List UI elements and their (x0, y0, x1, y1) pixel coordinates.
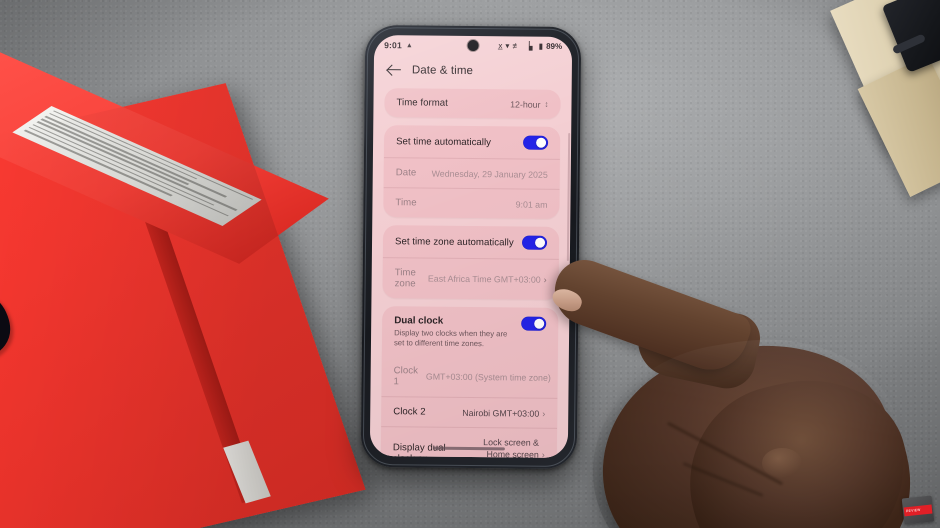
row-label: Display dual clock on (392, 442, 446, 458)
status-spacer (413, 45, 498, 46)
dual-clock-text: Dual clock Display two clocks when they … (394, 315, 513, 350)
row-dual-clock[interactable]: Dual clock Display two clocks when they … (382, 306, 559, 358)
cloud-icon: ▲ (405, 41, 413, 49)
card-set-time-automatically: Set time automatically Date Wednesday, 2… (383, 125, 561, 219)
toggle-set-time-zone-automatically[interactable] (521, 235, 548, 250)
row-label: Time format (396, 97, 448, 109)
toggle-set-time-automatically[interactable] (523, 135, 549, 150)
row-time-format[interactable]: Time format 12-hour ↕ (384, 88, 560, 119)
status-icon-group: x̲ ▾ ≢ ▕▖ ▮ 89% (498, 41, 563, 51)
row-value: Wednesday, 29 January 2025 (431, 168, 548, 180)
row-date: Date Wednesday, 29 January 2025 (383, 157, 560, 189)
row-label: Time (395, 197, 417, 209)
knuckle-highlight (762, 448, 802, 478)
row-value: East Africa Time GMT+03:00 (427, 273, 541, 285)
row-value: GMT+03:00 (System time zone) (425, 371, 551, 384)
row-label: Clock 2 (393, 406, 426, 418)
red-product-box: 13 (0, 48, 390, 528)
row-label: Date (395, 167, 417, 179)
row-trailing: East Africa Time GMT+03:00 › (428, 274, 547, 285)
back-arrow-icon[interactable] (387, 62, 402, 77)
toggle-knob (534, 237, 546, 248)
row-trailing: 12-hour ↕ (510, 99, 548, 109)
front-camera-punch-hole (467, 39, 479, 52)
photo-scene: 13 9:01 ▲ x̲ ▾ ≢ ▕▖ ▮ 89% (0, 0, 940, 528)
row-set-time-zone-automatically[interactable]: Set time zone automatically (383, 225, 559, 259)
signal-bars-icon: ▕▖ (523, 41, 536, 51)
row-display-dual-clock-on[interactable]: Display dual clock on Lock screen & Home… (380, 426, 558, 459)
toggle-knob (535, 137, 547, 148)
battery-icon: ▮ (538, 41, 544, 51)
row-label: Set time zone automatically (394, 235, 514, 248)
row-value: 12-hour (510, 98, 541, 110)
channel-watermark: REVIEW (901, 495, 935, 525)
status-bar: 9:01 ▲ x̲ ▾ ≢ ▕▖ ▮ 89% (374, 35, 572, 57)
row-label: Set time automatically (396, 135, 492, 148)
row-label: Time zone (394, 267, 416, 290)
battery-percent: 89% (546, 41, 563, 51)
row-value: 9:01 am (515, 198, 548, 210)
row-time: Time 9:01 am (383, 187, 560, 219)
page-title: Date & time (411, 63, 474, 77)
status-clock: 9:01 (384, 40, 402, 51)
row-clock-2[interactable]: Clock 2 Nairobi GMT+03:00 › (381, 396, 558, 429)
row-value: Nairobi GMT+03:00 (462, 407, 540, 419)
updown-icon: ↕ (544, 99, 549, 109)
card-dual-clock: Dual clock Display two clocks when they … (380, 306, 559, 459)
card-set-time-zone-automatically: Set time zone automatically Time zone Ea… (382, 225, 560, 300)
app-bar: Date & time (374, 55, 572, 88)
dual-clock-title: Dual clock (394, 315, 444, 327)
alarm-off-icon: x̲ (498, 41, 503, 51)
card-time-format: Time format 12-hour ↕ (384, 88, 561, 119)
hand-pointing (540, 251, 940, 528)
row-clock-1: Clock 1 GMT+03:00 (System time zone) (381, 356, 557, 398)
row-time-zone: Time zone East Africa Time GMT+03:00 › (382, 257, 559, 300)
row-label: Clock 1 (393, 365, 419, 388)
wifi-icon: ▾ (505, 41, 510, 51)
sim-icon: ≢ (512, 41, 521, 51)
box-sheen (0, 83, 366, 528)
row-trailing: Nairobi GMT+03:00 › (462, 408, 545, 419)
row-set-time-automatically[interactable]: Set time automatically (384, 125, 560, 159)
dual-clock-description: Display two clocks when they are set to … (393, 328, 508, 349)
